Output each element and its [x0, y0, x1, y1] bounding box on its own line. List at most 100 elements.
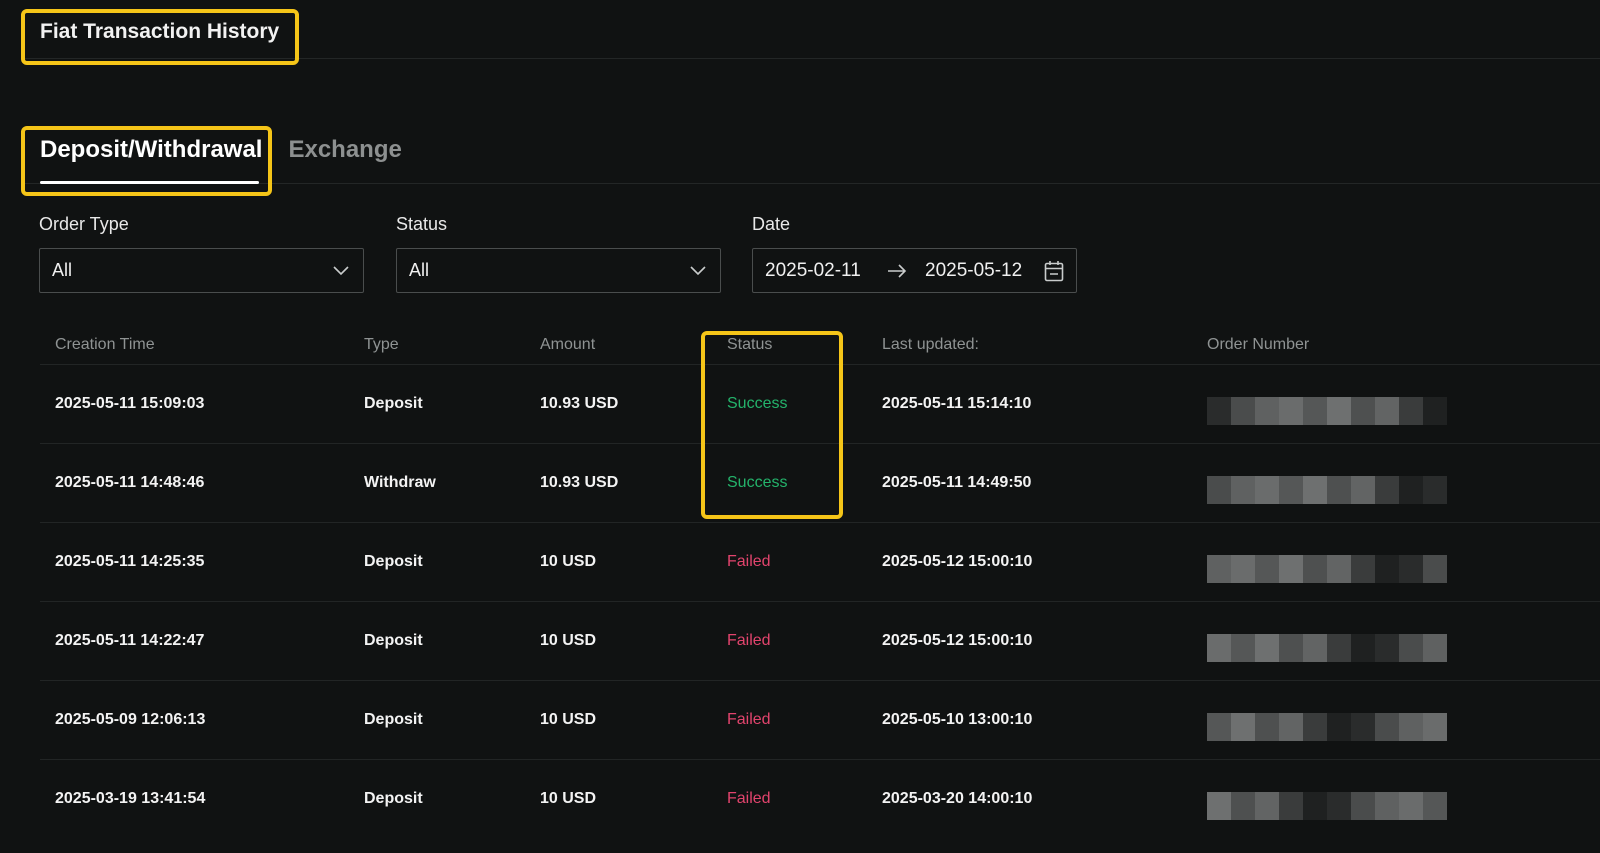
redaction-block	[1375, 397, 1399, 425]
redaction-block	[1255, 397, 1279, 425]
redaction-block	[1327, 634, 1351, 662]
status-filter: Status All	[396, 214, 721, 293]
cell-type: Deposit	[364, 553, 423, 570]
cell-order-number	[1207, 699, 1600, 741]
cell-order-number	[1207, 778, 1600, 820]
cell-created: 2025-05-11 14:25:35	[55, 553, 205, 570]
date-filter: Date 2025-02-11 2025-05-12	[752, 214, 1077, 293]
redaction-block	[1327, 397, 1351, 425]
redaction-block	[1327, 476, 1351, 504]
col-order-number: Order Number	[1207, 336, 1310, 353]
redaction-block	[1207, 713, 1231, 741]
tab-deposit-withdrawal[interactable]: Deposit/Withdrawal	[40, 136, 262, 164]
redaction-block	[1375, 634, 1399, 662]
cell-created: 2025-05-11 14:22:47	[55, 632, 205, 649]
redacted-order-number	[1207, 792, 1447, 820]
redaction-block	[1279, 713, 1303, 741]
redaction-block	[1231, 634, 1255, 662]
col-amount: Amount	[540, 336, 596, 353]
redaction-block	[1327, 792, 1351, 820]
redaction-block	[1423, 397, 1447, 425]
transaction-table: Creation Time Type Amount Status Last up…	[40, 336, 1600, 838]
order-type-select[interactable]: All	[39, 248, 364, 293]
cell-created: 2025-03-19 13:41:54	[55, 790, 206, 807]
cell-order-number	[1207, 462, 1600, 504]
redaction-block	[1207, 476, 1231, 504]
arrow-right-icon	[887, 263, 925, 278]
redaction-block	[1351, 634, 1375, 662]
chevron-down-icon	[690, 263, 706, 279]
cell-amount: 10.93 USD	[540, 395, 619, 412]
cell-created: 2025-05-11 15:09:03	[55, 395, 205, 412]
redaction-block	[1303, 792, 1327, 820]
redaction-block	[1207, 555, 1231, 583]
redaction-block	[1231, 555, 1255, 583]
redaction-block	[1303, 397, 1327, 425]
table-header: Creation Time Type Amount Status Last up…	[40, 336, 1600, 364]
cell-updated: 2025-05-12 15:00:10	[882, 553, 1033, 570]
cell-status: Failed	[727, 790, 771, 807]
cell-type: Withdraw	[364, 474, 436, 491]
cell-created: 2025-05-11 14:48:46	[55, 474, 205, 491]
order-type-filter: Order Type All	[39, 214, 364, 293]
redaction-block	[1375, 713, 1399, 741]
cell-amount: 10.93 USD	[540, 474, 619, 491]
cell-updated: 2025-05-11 15:14:10	[882, 395, 1032, 412]
redacted-order-number	[1207, 634, 1447, 662]
cell-amount: 10 USD	[540, 790, 597, 807]
table-row: 2025-05-11 15:09:03 Deposit 10.93 USD Su…	[40, 364, 1600, 443]
redaction-block	[1255, 555, 1279, 583]
redaction-block	[1399, 397, 1423, 425]
order-type-label: Order Type	[39, 214, 129, 234]
redaction-block	[1399, 713, 1423, 741]
cell-status: Success	[727, 474, 788, 491]
redaction-block	[1351, 713, 1375, 741]
cell-type: Deposit	[364, 790, 423, 807]
redaction-block	[1303, 476, 1327, 504]
redaction-block	[1351, 555, 1375, 583]
title-divider	[22, 58, 1600, 59]
redaction-block	[1423, 792, 1447, 820]
cell-type: Deposit	[364, 632, 423, 649]
redaction-block	[1279, 555, 1303, 583]
cell-order-number	[1207, 541, 1600, 583]
redacted-order-number	[1207, 555, 1447, 583]
redaction-block	[1255, 634, 1279, 662]
redaction-block	[1255, 476, 1279, 504]
cell-amount: 10 USD	[540, 553, 597, 570]
col-last-updated: Last updated:	[882, 336, 979, 353]
redaction-block	[1231, 713, 1255, 741]
redaction-block	[1375, 555, 1399, 583]
status-select[interactable]: All	[396, 248, 721, 293]
redaction-block	[1255, 792, 1279, 820]
redaction-block	[1423, 555, 1447, 583]
status-label: Status	[396, 214, 448, 234]
redaction-block	[1279, 792, 1303, 820]
redaction-block	[1327, 713, 1351, 741]
redaction-block	[1375, 792, 1399, 820]
page-title: Fiat Transaction History	[40, 20, 280, 43]
col-type: Type	[364, 336, 399, 353]
date-label: Date	[752, 214, 791, 234]
cell-created: 2025-05-09 12:06:13	[55, 711, 206, 728]
date-range-picker[interactable]: 2025-02-11 2025-05-12	[752, 248, 1077, 293]
redaction-block	[1207, 634, 1231, 662]
redaction-block	[1399, 476, 1423, 504]
order-type-value: All	[52, 260, 73, 280]
calendar-icon[interactable]	[1044, 260, 1064, 282]
date-end[interactable]: 2025-05-12	[925, 260, 1035, 282]
active-tab-indicator	[40, 181, 259, 184]
status-value: All	[409, 260, 430, 280]
cell-updated: 2025-05-11 14:49:50	[882, 474, 1032, 491]
cell-amount: 10 USD	[540, 632, 597, 649]
redaction-block	[1231, 476, 1255, 504]
col-creation-time: Creation Time	[55, 336, 155, 353]
table-row: 2025-03-19 13:41:54 Deposit 10 USD Faile…	[40, 759, 1600, 838]
date-start[interactable]: 2025-02-11	[765, 260, 887, 282]
tab-exchange[interactable]: Exchange	[288, 136, 401, 164]
cell-order-number	[1207, 383, 1600, 425]
redaction-block	[1207, 792, 1231, 820]
cell-status: Failed	[727, 632, 771, 649]
redaction-block	[1303, 555, 1327, 583]
cell-status: Failed	[727, 553, 771, 570]
